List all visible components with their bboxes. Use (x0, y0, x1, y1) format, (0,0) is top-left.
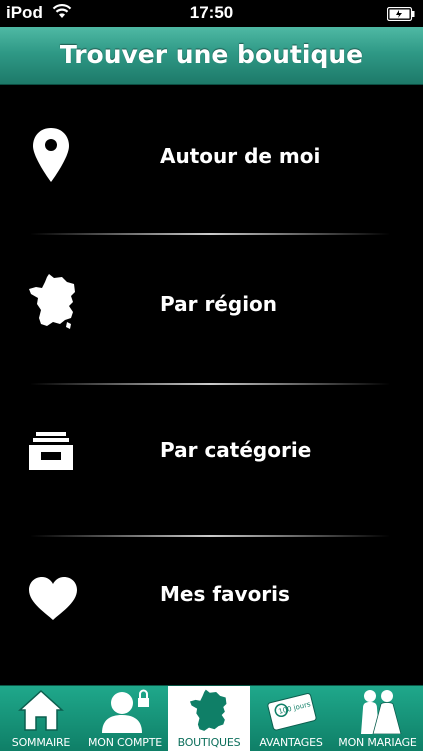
tab-boutiques[interactable]: BOUTIQUES (168, 686, 250, 751)
tab-mon-mariage[interactable]: MON MARIAGE (332, 686, 423, 751)
tab-label: AVANTAGES (259, 736, 323, 749)
tab-bar: SOMMAIRE MON COMPTE BOUTIQUES 100 jours … (0, 685, 423, 751)
location-pin-icon (27, 126, 75, 188)
separator (30, 233, 390, 235)
card-icon: 100 jours (250, 688, 332, 738)
france-map-icon (27, 272, 79, 334)
battery-icon (386, 6, 415, 25)
heart-icon (27, 576, 79, 626)
nav-header: Trouver une boutique (0, 27, 423, 85)
user-lock-icon (82, 688, 168, 738)
tab-avantages[interactable]: 100 jours AVANTAGES (250, 686, 332, 751)
tab-label: SOMMAIRE (11, 736, 71, 749)
menu-item-par-categorie[interactable]: Par catégorie (0, 386, 423, 526)
tab-mon-compte[interactable]: MON COMPTE (82, 686, 168, 751)
menu-item-par-region[interactable]: Par région (0, 236, 423, 376)
menu-item-mes-favoris[interactable]: Mes favoris (0, 538, 423, 678)
tab-label: MON MARIAGE (338, 736, 417, 749)
france-map-icon (168, 688, 250, 738)
tab-label: BOUTIQUES (177, 736, 241, 749)
home-icon (0, 688, 82, 736)
separator (30, 383, 390, 385)
clock: 17:50 (189, 3, 234, 22)
page-title: Trouver une boutique (59, 40, 364, 69)
separator (30, 535, 390, 537)
archive-tray-icon (27, 430, 75, 476)
couple-icon (332, 688, 423, 738)
menu-item-label: Autour de moi (160, 144, 321, 168)
status-bar: iPod 17:50 (0, 0, 423, 27)
menu-item-autour-de-moi[interactable]: Autour de moi (0, 88, 423, 228)
menu-item-label: Mes favoris (160, 582, 290, 606)
tab-sommaire[interactable]: SOMMAIRE (0, 686, 82, 751)
menu-item-label: Par région (160, 292, 278, 316)
tab-label: MON COMPTE (87, 736, 162, 749)
menu-item-label: Par catégorie (160, 438, 312, 462)
